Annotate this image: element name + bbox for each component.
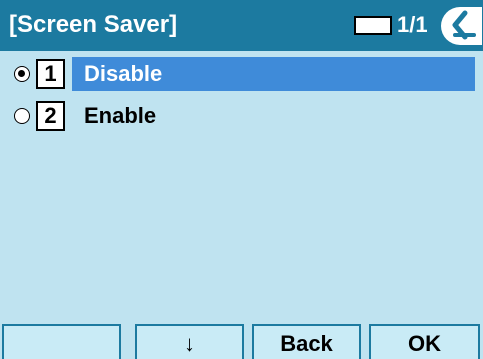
radio-selected-icon[interactable] <box>14 66 30 82</box>
softkey-down-arrow[interactable]: ↓ <box>135 324 244 359</box>
page-indicator: 1/1 <box>397 12 428 37</box>
item-number: 1 <box>36 59 65 89</box>
back-arrow-icon[interactable] <box>438 7 482 45</box>
screen-title: [Screen Saver] <box>9 11 178 38</box>
softkey-1[interactable] <box>2 324 121 359</box>
list-item-enable[interactable]: 2 Enable <box>0 99 483 133</box>
phone-screen: [Screen Saver] 1/1 1 Disable 2 Enable ↓ … <box>0 0 483 359</box>
list-item-disable[interactable]: 1 Disable <box>0 57 483 91</box>
radio-dot <box>18 70 25 77</box>
radio-unselected-icon[interactable] <box>14 108 30 124</box>
item-label: Enable <box>84 103 157 128</box>
ok-button[interactable]: OK <box>369 324 480 359</box>
item-number: 2 <box>36 101 65 131</box>
title-bar: [Screen Saver] 1/1 <box>0 0 483 51</box>
page-box-icon <box>354 16 392 35</box>
back-button[interactable]: Back <box>252 324 361 359</box>
item-label: Disable <box>72 57 475 91</box>
softkey-bar: ↓ Back OK <box>0 324 483 359</box>
